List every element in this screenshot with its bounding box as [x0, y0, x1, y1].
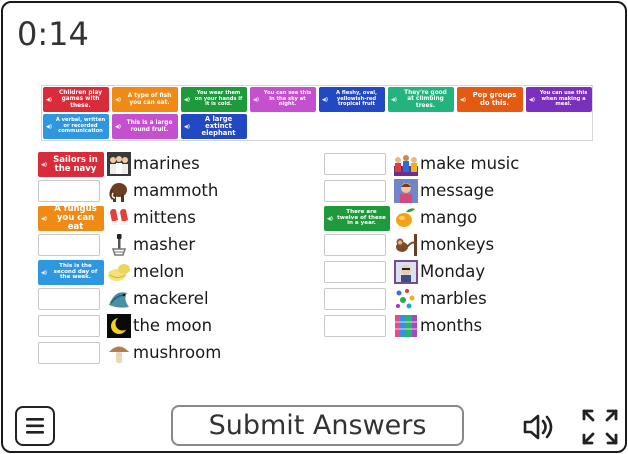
speaker-icon[interactable]: ◀) [38, 162, 50, 168]
masher-icon [107, 233, 131, 257]
answer-card-text: A fleshy, oval, yellowish-red tropical f… [336, 90, 377, 108]
band-icon [394, 152, 418, 176]
answer-card-text: A large extinct elephant [201, 114, 236, 138]
answer-drop-slot[interactable] [324, 261, 386, 283]
word-label: masher [133, 235, 196, 254]
answer-card-text: This is a large round fruit. [126, 120, 173, 133]
word-label: mango [420, 208, 478, 227]
answer-drop-slot[interactable] [324, 288, 386, 310]
monday-icon [394, 260, 418, 284]
answer-card[interactable]: ◀) A large extinct elephant [181, 114, 247, 139]
mackerel-icon [107, 287, 131, 311]
speaker-icon[interactable]: ◀) [43, 124, 55, 130]
word-label: mackerel [133, 289, 209, 308]
answer-card[interactable]: ◀) Sailors in the navy [38, 152, 104, 177]
answer-card-text: They're good at climbing trees. [404, 90, 447, 109]
answer-card[interactable]: ◀) There are twelve of these in a year. [324, 206, 390, 231]
speaker-icon[interactable]: ◀) [112, 124, 124, 130]
answer-card[interactable]: ◀) They're good at climbing trees. [388, 87, 454, 112]
speaker-icon[interactable]: ◀) [324, 216, 336, 222]
speaker-icon[interactable]: ◀) [43, 97, 55, 103]
mushroom-icon [107, 341, 131, 365]
sound-toggle-button[interactable] [521, 410, 559, 444]
answer-card[interactable]: ◀) A verbal, written or recorded communic… [43, 114, 109, 139]
mango-icon [394, 206, 418, 230]
word-label: monkeys [420, 235, 495, 254]
answer-card-text: This is the second day of the week. [53, 262, 98, 281]
speaker-icon[interactable]: ◀) [388, 97, 400, 103]
word-label: mammoth [133, 181, 219, 200]
mittens-icon [107, 206, 131, 230]
word-label: mittens [133, 208, 196, 227]
word-label: months [420, 316, 483, 335]
answer-card-text: A verbal, written or recorded communicat… [55, 117, 106, 135]
answer-drop-slot[interactable] [38, 315, 100, 337]
marines-icon [107, 152, 131, 176]
word-label: marbles [420, 289, 487, 308]
answer-card-text: Sailors in the navy [53, 154, 98, 174]
answer-card[interactable]: ◀) This is the second day of the week. [38, 260, 104, 285]
answer-drop-slot[interactable] [324, 180, 386, 202]
speaker-icon[interactable]: ◀) [181, 124, 193, 130]
answer-card[interactable]: ◀) You can use this when making a meal. [526, 87, 592, 112]
months-icon [394, 314, 418, 338]
submit-answers-button[interactable]: Submit Answers [171, 405, 464, 446]
answer-drop-slot[interactable] [324, 153, 386, 175]
answer-card[interactable]: ◀) This is a large round fruit. [112, 114, 178, 139]
speaker-icon [523, 414, 553, 440]
word-label: message [420, 181, 495, 200]
speaker-icon[interactable]: ◀) [457, 97, 469, 103]
answer-card[interactable]: ◀) You wear them on your hands if it is c… [181, 87, 247, 112]
melon-icon [107, 260, 131, 284]
word-label: make music [420, 154, 520, 173]
answer-card[interactable]: ◀) A fleshy, oval, yellowish-red tropical… [319, 87, 385, 112]
answer-drop-slot[interactable] [324, 234, 386, 256]
menu-icon [26, 418, 44, 434]
speaker-icon[interactable]: ◀) [526, 97, 538, 103]
answer-card[interactable]: ◀) You can see this in the sky at night. [250, 87, 316, 112]
answer-card-text: You can see this in the sky at night. [263, 90, 312, 108]
answer-card-text: Children play games with these. [58, 90, 103, 109]
word-label: melon [133, 262, 185, 281]
answer-card[interactable]: ◀) Pop groups do this. [457, 87, 523, 112]
answer-drop-slot[interactable] [38, 342, 100, 364]
answer-card-text: A type of fish you can eat. [127, 93, 172, 106]
speaker-icon[interactable]: ◀) [38, 270, 50, 276]
speaker-icon[interactable]: ◀) [112, 97, 124, 103]
fullscreen-button[interactable] [581, 408, 619, 446]
activity-frame: 0:14 ◀) Children play games with these. ◀)… [1, 1, 627, 453]
fullscreen-icon [582, 409, 618, 445]
answer-drop-slot[interactable] [38, 180, 100, 202]
marbles-icon [394, 287, 418, 311]
mammoth-icon [107, 179, 131, 203]
answer-card[interactable]: ◀) Children play games with these. [43, 87, 109, 112]
word-label: Monday [420, 262, 486, 281]
speaker-icon[interactable]: ◀) [181, 97, 193, 103]
answer-card[interactable]: ◀) A fungus you can eat [38, 206, 104, 231]
answer-drop-slot[interactable] [324, 315, 386, 337]
answer-drop-slot[interactable] [38, 288, 100, 310]
answer-card-text: A fungus you can eat [54, 206, 97, 231]
timer: 0:14 [17, 15, 89, 53]
menu-button[interactable] [15, 406, 55, 446]
answer-card[interactable]: ◀) A type of fish you can eat. [112, 87, 178, 112]
speaker-icon[interactable]: ◀) [38, 216, 50, 222]
speaker-icon[interactable]: ◀) [250, 97, 262, 103]
speaker-icon[interactable]: ◀) [319, 97, 331, 103]
word-label: the moon [133, 316, 213, 335]
monkeys-icon [394, 233, 418, 257]
answer-card-text: There are twelve of these in a year. [337, 208, 386, 227]
answer-card-text: Pop groups do this. [472, 91, 517, 107]
word-label: marines [133, 154, 200, 173]
answer-card-text: You wear them on your hands if it is col… [194, 90, 243, 108]
answer-drop-slot[interactable] [38, 234, 100, 256]
answer-card-text: You can use this when making a meal. [539, 90, 588, 108]
message-icon [394, 179, 418, 203]
moon-icon [107, 314, 131, 338]
word-label: mushroom [133, 343, 222, 362]
